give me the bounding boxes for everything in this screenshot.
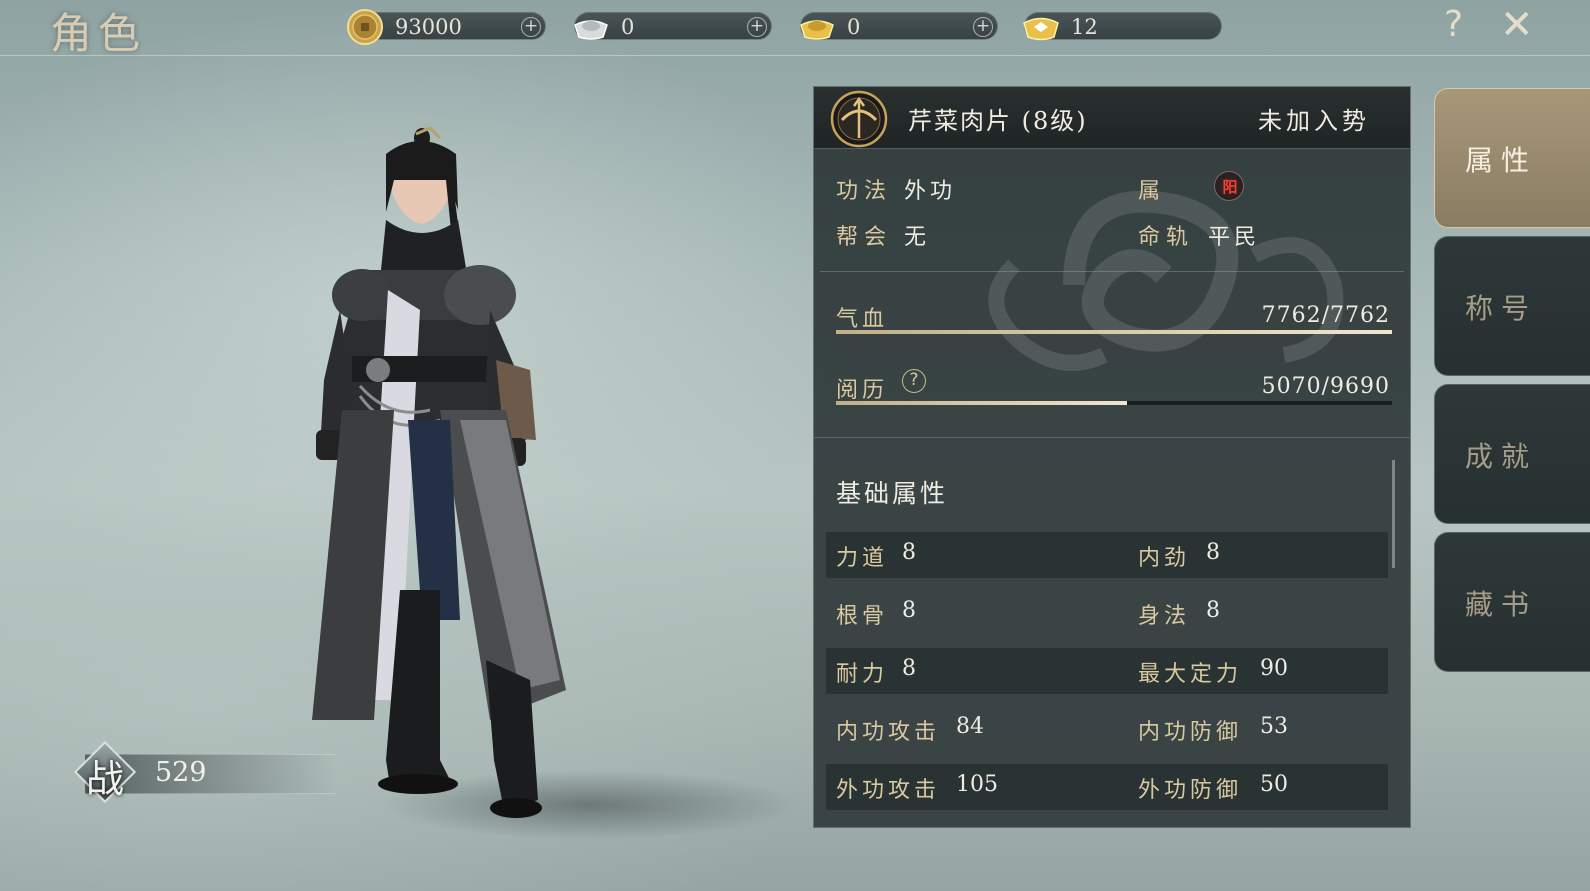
stat-value: 50 (1260, 772, 1288, 797)
fate-label: 命轨 (1138, 225, 1195, 250)
currency-copper: 93000 + (347, 9, 546, 45)
combat-power-badge: 战 (73, 740, 137, 804)
hp-value: 7762/7762 (1261, 303, 1390, 328)
guild-label: 帮会 (836, 225, 893, 250)
experience-value: 5070/9690 (1261, 374, 1390, 399)
stat-name: 外功攻击 (836, 778, 941, 803)
experience-bar-fill (836, 401, 1127, 405)
combat-power-value: 529 (155, 757, 207, 788)
gold-amount: 0 (847, 15, 861, 39)
tab-attributes-label: 属性 (1465, 144, 1538, 177)
character-model[interactable] (290, 120, 590, 840)
experience-bar (836, 401, 1392, 405)
stat-value: 8 (902, 656, 916, 681)
currency-premium: 12 (1023, 12, 1222, 41)
stat-name: 耐力 (836, 662, 889, 687)
stat-name: 内功攻击 (836, 720, 941, 745)
add-silver-button[interactable]: + (747, 17, 767, 37)
combat-glyph: 战 (85, 757, 124, 801)
stat-value: 53 (1260, 714, 1288, 739)
tab-attributes[interactable]: 属性 (1434, 88, 1590, 228)
school-label: 功法 (836, 179, 893, 204)
info-divider (820, 271, 1404, 272)
tab-achievements-label: 成就 (1465, 440, 1538, 473)
tab-collection[interactable]: 藏书 (1434, 532, 1590, 672)
gold-ingot-icon (800, 20, 834, 40)
stat-value: 105 (956, 772, 998, 797)
tab-achievements[interactable]: 成就 (1434, 384, 1590, 524)
stat-value: 8 (1206, 540, 1220, 565)
faction-status: 未加入势 (1258, 107, 1370, 135)
stat-value: 90 (1260, 656, 1288, 681)
yang-attribute-badge: 阳 (1214, 171, 1244, 201)
stat-row: 根骨 8 身法 8 (826, 590, 1388, 636)
silver-amount: 0 (621, 15, 635, 39)
experience-help-icon[interactable]: ? (902, 369, 926, 393)
stat-name: 身法 (1138, 604, 1191, 629)
add-gold-button[interactable]: + (973, 17, 993, 37)
experience-label: 阅历 (836, 378, 889, 403)
top-divider (0, 55, 1590, 56)
hp-bar-fill (836, 330, 1392, 334)
stat-name: 根骨 (836, 604, 889, 629)
stat-row: 耐力 8 最大定力 90 (826, 648, 1388, 694)
tab-collection-label: 藏书 (1465, 588, 1538, 621)
school-value: 外功 (904, 179, 957, 204)
stat-name: 内劲 (1138, 546, 1191, 571)
currency-gold: 0 + (800, 12, 998, 40)
fate-value: 平民 (1208, 225, 1261, 250)
copper-coin-icon (347, 9, 383, 45)
stats-scrollbar[interactable] (1392, 460, 1395, 568)
close-button[interactable]: ✕ (1500, 2, 1534, 48)
hp-bar (836, 330, 1392, 334)
add-copper-button[interactable]: + (521, 17, 541, 37)
stat-row: 内功攻击 84 内功防御 53 (826, 706, 1388, 752)
hp-label: 气血 (836, 307, 889, 332)
bow-school-icon[interactable] (830, 90, 888, 148)
base-stats-title: 基础属性 (836, 479, 949, 508)
base-stats-section[interactable]: 基础属性 力道 8 内劲 8 根骨 8 身法 8 耐力 8 最大定力 90 内功… (814, 437, 1410, 827)
yang-attribute-text: 阳 (1222, 178, 1238, 196)
stat-name: 最大定力 (1138, 662, 1243, 687)
character-info-panel: 芹菜肉片 (8级) 未加入势 功法 外功 属 阳 帮会 无 命轨 平民 气血 7… (813, 86, 1411, 828)
stat-row: 力道 8 内劲 8 (826, 532, 1388, 578)
page-title: 角色 (50, 9, 147, 58)
stat-name: 内功防御 (1138, 720, 1243, 745)
premium-ingot-icon (1023, 17, 1059, 41)
attribute-label: 属 (1138, 179, 1167, 204)
panel-header: 芹菜肉片 (8级) 未加入势 (814, 87, 1410, 149)
stat-value: 8 (902, 540, 916, 565)
stat-name: 外功防御 (1138, 778, 1243, 803)
tab-titles-label: 称号 (1465, 292, 1538, 325)
guild-value: 无 (904, 225, 931, 250)
player-name: 芹菜肉片 (8级) (908, 107, 1088, 135)
silver-ingot-icon (574, 20, 608, 40)
stat-name: 力道 (836, 546, 889, 571)
combat-power: 战 529 (55, 740, 355, 804)
top-bar: 角色 93000 + 0 + 0 + 12 ? ✕ (0, 0, 1590, 58)
stat-row: 外功攻击 105 外功防御 50 (826, 764, 1388, 810)
stat-value: 8 (1206, 598, 1220, 623)
help-button[interactable]: ? (1444, 4, 1463, 45)
tab-titles[interactable]: 称号 (1434, 236, 1590, 376)
premium-amount: 12 (1071, 15, 1098, 39)
copper-amount: 93000 (395, 15, 462, 39)
stat-value: 84 (956, 714, 984, 739)
stat-value: 8 (902, 598, 916, 623)
currency-silver: 0 + (574, 12, 772, 40)
